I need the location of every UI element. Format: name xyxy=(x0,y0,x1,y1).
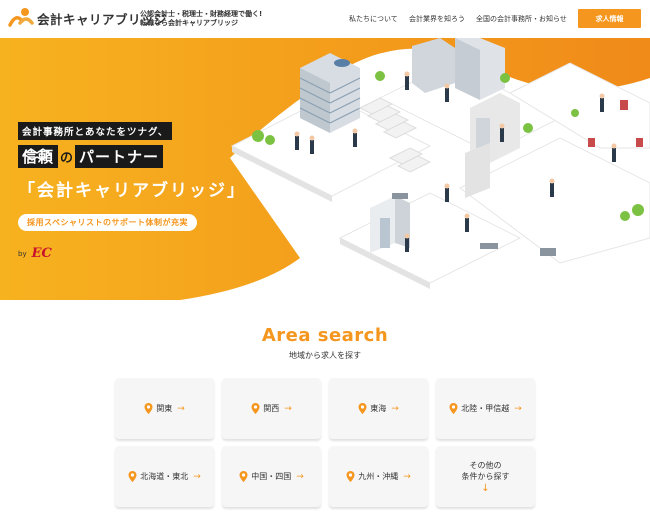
hero-headline-1: 会計事務所とあなたをツナグ、 xyxy=(18,122,173,140)
other-conditions-line-2: 条件から探す xyxy=(461,471,510,481)
arrow-right-icon: → xyxy=(177,403,185,414)
handshake-icon xyxy=(22,148,52,161)
arrow-down-icon: ↓ xyxy=(481,482,490,494)
region-label: 東海 xyxy=(370,404,387,413)
tagline-line-1: 公認会計士・税理士・財務経理で働く! xyxy=(140,10,263,18)
region-chugoku-shikoku-card[interactable]: 中国・四国 → xyxy=(222,446,321,507)
region-hokkaido-tohoku-card[interactable]: 北海道・東北 → xyxy=(115,446,214,507)
hero-particle: の xyxy=(60,151,74,166)
region-kyushu-okinawa-card[interactable]: 九州・沖縄 → xyxy=(329,446,428,507)
tagline-line-2: 転職なら会計キャリアブリッジ xyxy=(140,19,238,27)
region-label: 九州・沖縄 xyxy=(358,472,399,481)
area-search-subtitle: 地域から求人を探す xyxy=(289,351,361,360)
arrow-right-icon: → xyxy=(403,471,411,482)
location-pin-icon xyxy=(128,471,137,482)
hero-by-line: by EC xyxy=(18,246,52,261)
by-label: by xyxy=(18,249,27,258)
region-label: 関東 xyxy=(156,404,173,413)
location-pin-icon xyxy=(358,403,367,414)
logo-bridge-icon xyxy=(8,7,34,29)
hero-headline-2: 信頼 の パートナー xyxy=(18,145,164,168)
arrow-right-icon: → xyxy=(193,471,201,482)
arrow-right-icon: → xyxy=(284,403,292,414)
nav-about[interactable]: 私たちについて xyxy=(349,14,398,24)
other-conditions-line-1: その他の xyxy=(469,460,502,470)
nav-offices-news[interactable]: 全国の会計事務所・お知らせ xyxy=(476,14,567,24)
hero-partner-word: パートナー xyxy=(75,145,164,168)
site-header: 会計キャリアブリッジ 公認会計士・税理士・財務経理で働く! 転職なら会計キャリア… xyxy=(0,0,650,38)
arrow-right-icon: → xyxy=(296,471,304,482)
arrow-right-icon: → xyxy=(514,403,522,414)
region-label: 北陸・甲信越 xyxy=(461,404,510,413)
location-pin-icon xyxy=(346,471,355,482)
region-label: 関西 xyxy=(263,404,280,413)
region-kansai-card[interactable]: 関西 → xyxy=(222,378,321,439)
region-label: 北海道・東北 xyxy=(140,472,189,481)
location-pin-icon xyxy=(251,403,260,414)
job-listings-button[interactable]: 求人情報 xyxy=(578,9,641,28)
hero-support-pill: 採用スペシャリストのサポート体制が充実 xyxy=(18,214,197,231)
region-hokuriku-koshinetsu-card[interactable]: 北陸・甲信越 → xyxy=(436,378,535,439)
location-pin-icon xyxy=(449,403,458,414)
ec-logo: EC xyxy=(31,246,52,261)
hero-brand-name: 「会計キャリアブリッジ」 xyxy=(18,181,246,201)
location-pin-icon xyxy=(239,471,248,482)
area-search-title: Area search xyxy=(261,325,389,346)
other-conditions-card[interactable]: その他の 条件から探す ↓ xyxy=(436,446,535,507)
header-tagline: 公認会計士・税理士・財務経理で働く! 転職なら会計キャリアブリッジ xyxy=(140,10,262,28)
region-kanto-card[interactable]: 関東 → xyxy=(115,378,214,439)
arrow-right-icon: → xyxy=(391,403,399,414)
nav-industry[interactable]: 会計業界を知ろう xyxy=(409,14,465,24)
location-pin-icon xyxy=(144,403,153,414)
region-tokai-card[interactable]: 東海 → xyxy=(329,378,428,439)
region-label: 中国・四国 xyxy=(251,472,292,481)
hero-illustration xyxy=(0,38,650,308)
hero-banner: 会計事務所とあなたをツナグ、 信頼 の パートナー 「会計キャリアブリッジ」 採… xyxy=(0,38,650,308)
